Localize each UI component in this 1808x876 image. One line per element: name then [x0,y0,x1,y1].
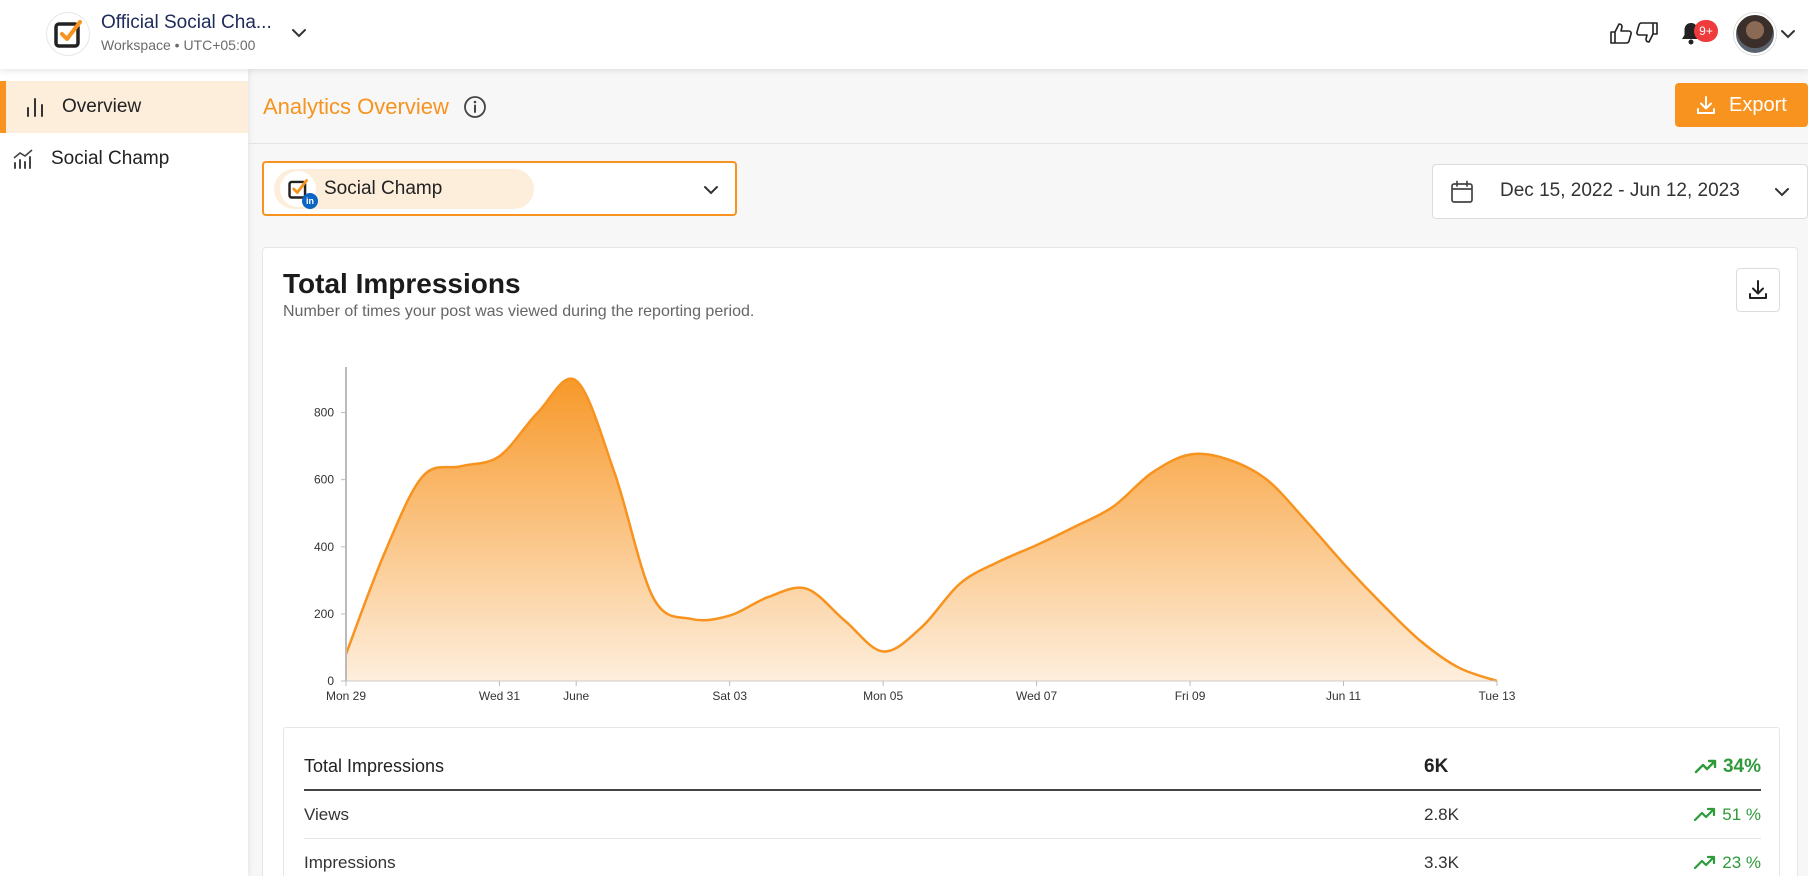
workspace-name[interactable]: Official Social Cha... [101,12,272,34]
trending-up-icon [1694,807,1716,822]
info-icon[interactable] [462,94,488,120]
impressions-area-chart: 0 200 400 600 800 Mon 29 Wed 31 June Sat 03 Mon 0… [314,367,1516,703]
impressions-area-fill [346,378,1497,681]
stat-change: 51 % [1693,805,1761,825]
total-impressions-card: Total Impressions Number of times your p… [262,247,1798,876]
stat-value: 2.8K [1424,805,1459,824]
linkedin-icon: in [302,193,318,209]
y-tick-label: 400 [314,540,334,554]
sidebar-item-overview[interactable]: Overview [0,81,248,133]
date-range-picker[interactable]: Dec 15, 2022 - Jun 12, 2023 [1432,164,1808,219]
stats-header-row: Total Impressions 6K 34% [304,744,1761,791]
x-tick-label: Fri 09 [1175,689,1206,703]
y-tick-label: 600 [314,473,334,487]
impressions-stats-table: Total Impressions 6K 34% Views 2.8K 51 %… [283,727,1780,876]
y-tick-label: 200 [314,607,334,621]
account-avatar: in [280,171,318,209]
account-select[interactable]: in Social Champ [262,161,737,216]
selected-account-chip: in Social Champ [274,169,534,209]
x-tick-label: Wed 07 [1016,689,1057,703]
stat-change-value: 34% [1722,755,1761,777]
chevron-down-icon [704,186,718,195]
sidebar-item-social-champ[interactable]: Social Champ [0,133,248,185]
x-tick-label: Mon 29 [326,689,366,703]
stat-change: 23 % [1693,853,1761,873]
x-tick-label: Mon 05 [863,689,903,703]
bar-chart-icon [23,95,47,119]
chevron-down-icon [1775,188,1789,197]
y-tick-label: 0 [327,674,334,688]
chevron-down-icon[interactable] [1778,24,1798,44]
social-champ-logo-icon [54,20,82,48]
trending-up-icon [1694,855,1716,869]
workspace-logo[interactable] [46,12,90,56]
stat-change-value: 51 % [1722,805,1761,824]
y-tick-label: 800 [314,406,334,420]
table-row: Views 2.8K 51 % [304,792,1761,839]
date-range-label: Dec 15, 2022 - Jun 12, 2023 [1500,180,1740,201]
stat-label: Impressions [304,852,396,872]
account-label: Social Champ [324,178,443,199]
x-tick-label: Tue 13 [1479,689,1516,703]
header-divider [248,143,1808,144]
x-tick-label: Jun 11 [1326,689,1361,703]
export-label: Export [1729,93,1787,116]
stat-value: 3.3K [1424,852,1459,872]
sidebar-item-label: Overview [62,96,142,117]
x-tick-label: Wed 31 [479,689,520,703]
thumbs-down-icon[interactable] [1632,18,1662,48]
user-avatar[interactable] [1734,13,1776,55]
page-title: Analytics Overview [263,94,449,119]
stat-label: Total Impressions [304,756,445,776]
sidebar: Overview Social Champ [0,69,248,876]
x-tick-label: June [563,689,589,703]
stat-label: Views [304,805,350,824]
top-bar: Official Social Cha... Workspace • UTC+0… [0,0,1808,69]
workspace-subtitle: Workspace • UTC+05:00 [101,37,256,53]
trending-up-icon [1694,759,1717,773]
notification-badge: 9+ [1694,20,1718,42]
growth-chart-icon [11,147,35,171]
x-tick-label: Sat 03 [712,689,747,703]
calendar-icon [1451,180,1473,203]
export-button[interactable]: Export [1675,83,1808,127]
download-icon [1697,96,1715,114]
table-row: Impressions 3.3K 23 % [304,839,1761,876]
chevron-down-icon[interactable] [288,22,310,44]
stat-change: 34% [1694,756,1761,778]
stat-value: 6K [1424,755,1449,777]
stat-change-value: 23 % [1722,852,1761,872]
sidebar-item-label: Social Champ [51,148,170,169]
